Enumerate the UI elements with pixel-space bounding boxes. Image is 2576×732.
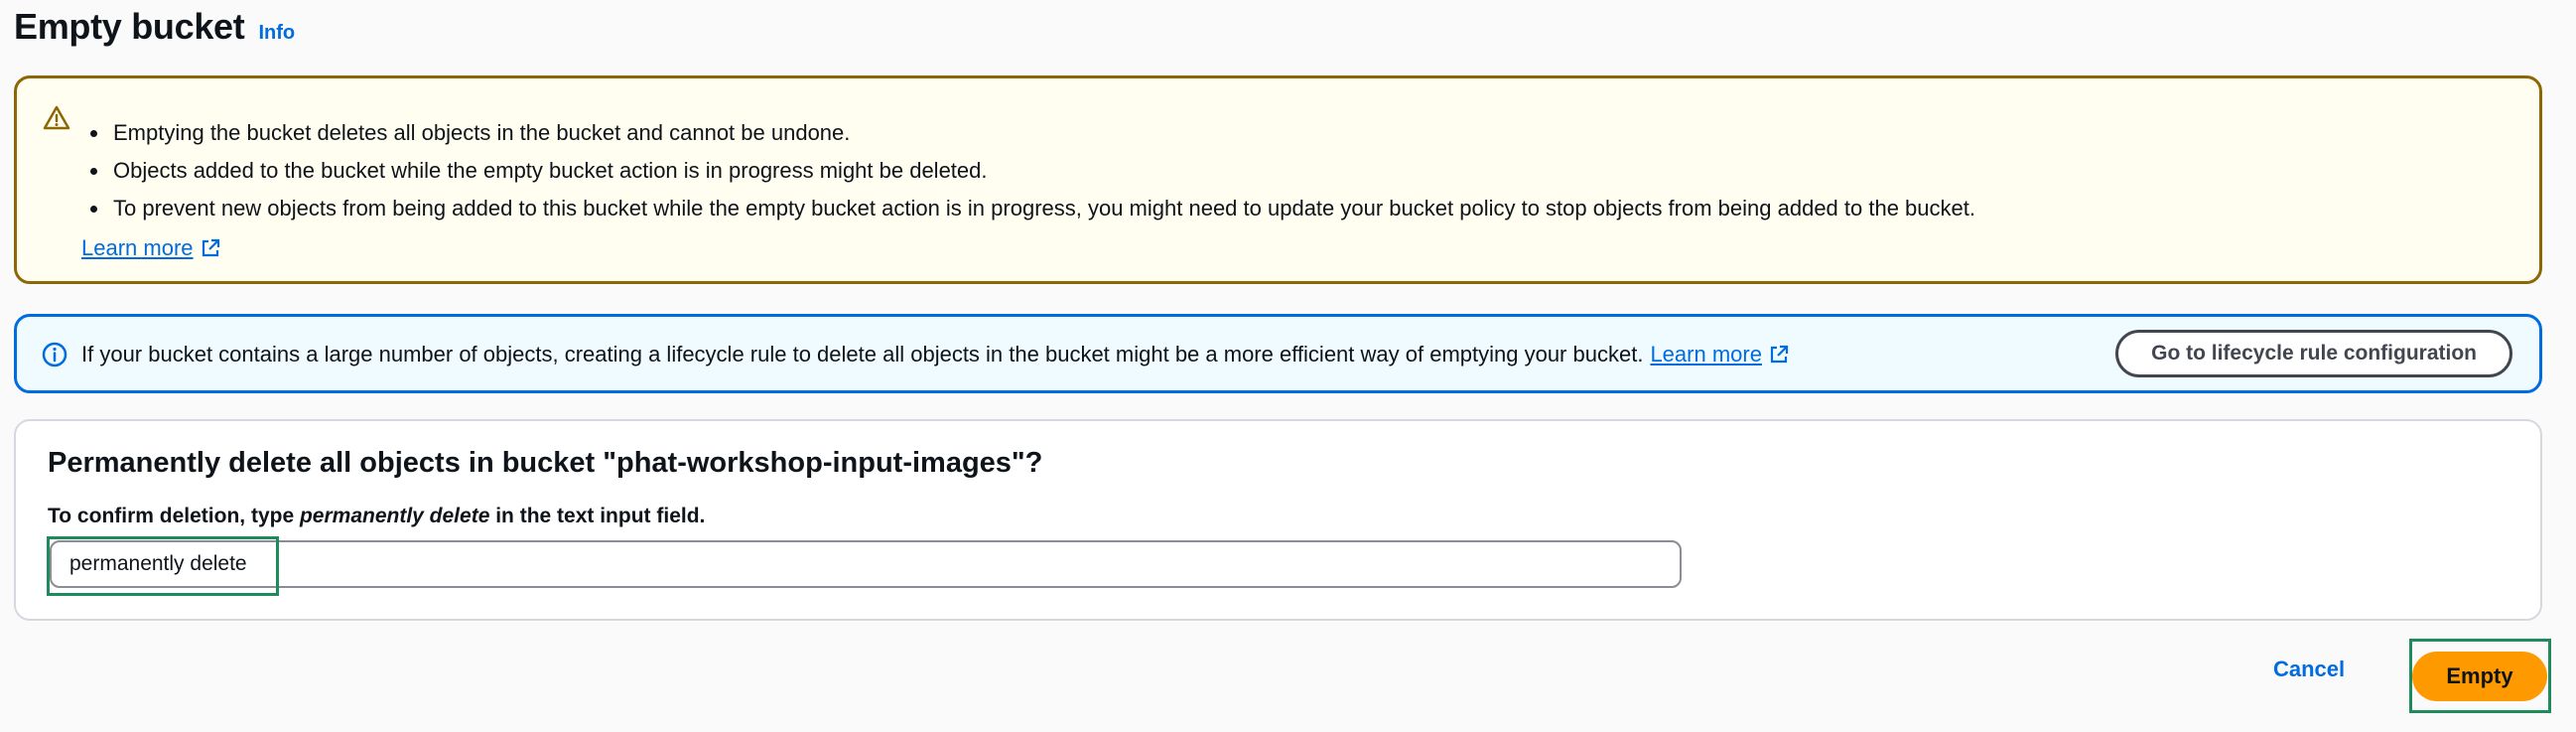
page-title: Empty bucket [14,6,245,47]
warning-item: Objects added to the bucket while the em… [88,152,1975,190]
cancel-button[interactable]: Cancel [2273,657,2345,682]
info-text: If your bucket contains a large number o… [81,342,1644,366]
instruction-emphasis: permanently delete [299,505,490,527]
confirm-instruction: To confirm deletion, type permanently de… [48,503,705,530]
external-link-icon [1770,345,1789,364]
learn-more-link[interactable]: Learn more [81,235,221,261]
page-header: Empty bucket Info [14,6,295,48]
warning-list: Emptying the bucket deletes all objects … [88,114,1975,227]
instruction-suffix: in the text input field. [489,505,706,527]
empty-button[interactable]: Empty [2412,652,2547,701]
info-message: If your bucket contains a large number o… [81,341,1790,368]
warning-alert: Emptying the bucket deletes all objects … [14,75,2542,284]
learn-more-link[interactable]: Learn more [1650,341,1790,368]
info-icon [42,342,68,367]
info-link[interactable]: Info [258,22,295,45]
warning-icon [43,105,70,130]
warning-item: To prevent new objects from being added … [88,190,1975,227]
warning-item: Emptying the bucket deletes all objects … [88,114,1975,152]
confirm-heading: Permanently delete all objects in bucket… [48,447,1043,479]
go-to-lifecycle-rule-button[interactable]: Go to lifecycle rule configuration [2115,330,2512,377]
external-link-icon [202,238,219,257]
instruction-prefix: To confirm deletion, type [48,505,300,527]
learn-more-label: Learn more [81,235,194,260]
info-alert: If your bucket contains a large number o… [14,314,2542,393]
learn-more-label: Learn more [1650,342,1762,366]
confirm-deletion-panel: Permanently delete all objects in bucket… [14,419,2542,621]
confirm-deletion-input[interactable] [50,540,1682,588]
